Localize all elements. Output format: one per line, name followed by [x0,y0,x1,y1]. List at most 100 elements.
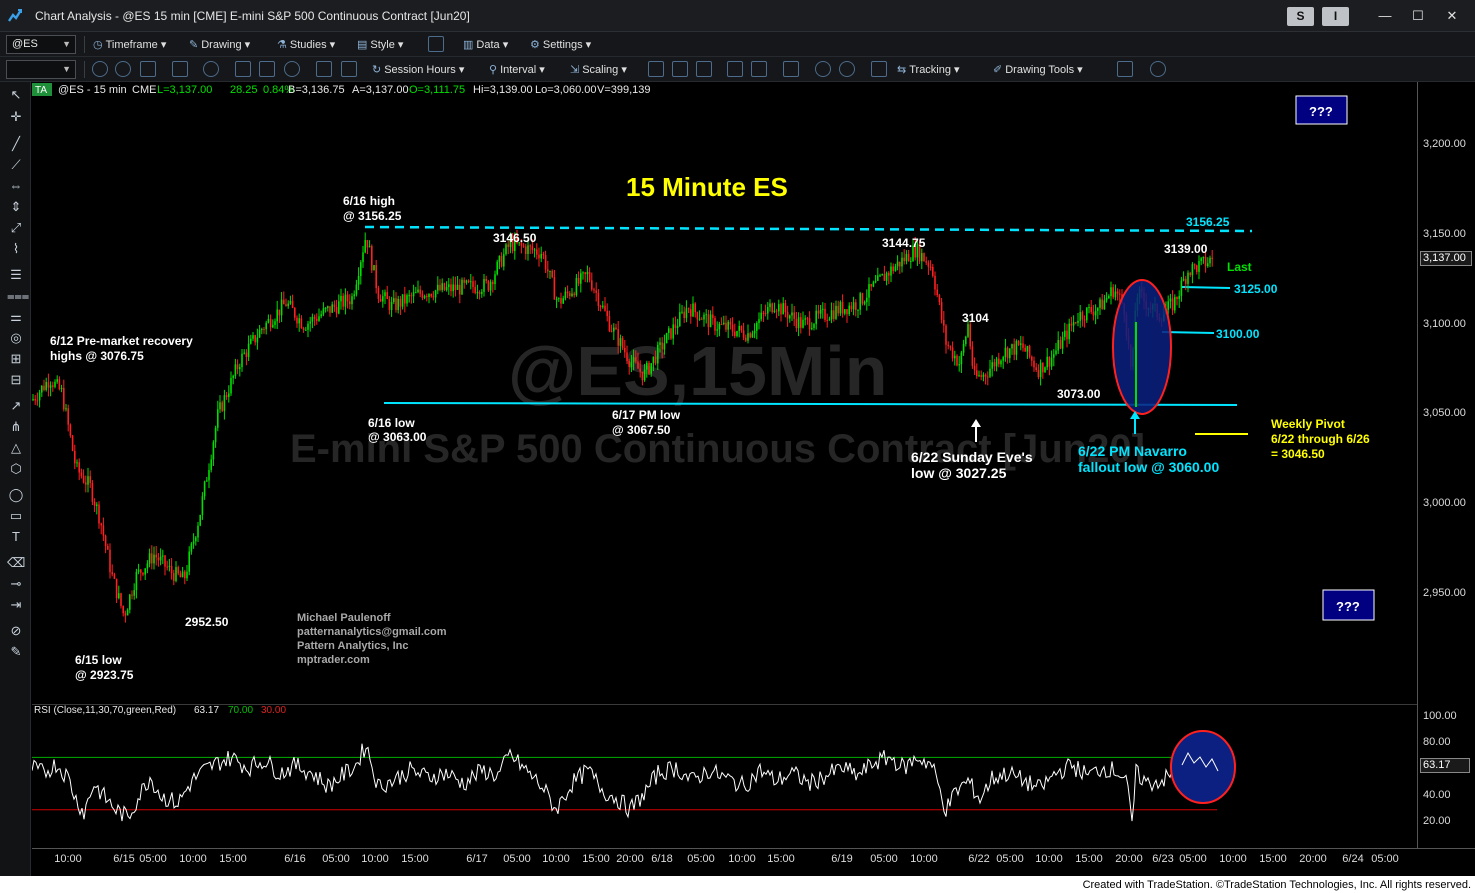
settings-box-icon[interactable] [341,61,357,77]
gann-icon[interactable]: ⊟ [7,371,25,389]
fib-grid-icon[interactable]: ⊞ [7,350,25,368]
level-3125-line[interactable] [1181,286,1231,289]
candle-body [96,504,98,506]
reload-icon[interactable] [115,61,131,77]
triangle-icon[interactable]: △ [7,439,25,457]
session-hours-menu[interactable]: ↻ Session Hours ▾ [372,63,464,76]
candle-body [212,442,215,460]
candle-body [910,261,912,263]
candle-body [1209,257,1211,264]
compress-icon[interactable] [727,61,743,77]
edit-drawing-icon[interactable]: ✎ [7,643,25,661]
magnet-icon[interactable]: ⊸ [7,575,25,593]
hash-icon[interactable] [316,61,332,77]
save-icon[interactable] [259,61,275,77]
price-chart[interactable]: TA @ES - 15 min CME L=3,137.00 28.25 0.8… [32,82,1417,702]
candle-body [313,316,316,319]
drawing-menu[interactable]: ✎ Drawing ▾ [189,38,250,51]
symbol-link-s-button[interactable]: S [1287,7,1314,26]
zoom-in-icon[interactable] [815,61,831,77]
refresh-icon[interactable] [92,61,108,77]
style-menu[interactable]: ▤ Style ▾ [357,38,403,51]
hexagon-icon[interactable]: ⬡ [7,460,25,478]
export-icon[interactable] [1117,61,1133,77]
price-axis[interactable]: 2,950.00 3,000.00 3,050.00 3,100.00 3,150.00… [1417,82,1475,848]
target-icon[interactable] [203,61,219,77]
candle-body [1198,261,1200,272]
candle-body [410,295,413,297]
candle-body [386,292,388,300]
ray-icon[interactable]: ⟋ [7,156,25,174]
candle-body [751,333,754,338]
horizontal-line-icon[interactable]: ⇔ [7,177,25,195]
symbol-input[interactable]: @ES ▼ [6,35,76,54]
fib-extension-icon[interactable]: ⩶ [7,287,29,305]
tracking-menu[interactable]: ⇆ Tracking ▾ [897,63,960,76]
candle-body [470,281,472,283]
grid-icon[interactable] [172,61,188,77]
candle-body [767,307,769,314]
vertical-line-icon[interactable]: ⇕ [7,198,25,216]
candle-body [824,308,826,320]
candle-body [661,342,663,350]
candle-body [588,271,591,281]
candles-icon[interactable] [672,61,688,77]
candle-body [1171,298,1174,311]
scroll-icon[interactable] [783,61,799,77]
secondary-symbol-input[interactable]: ▼ [6,60,76,79]
fan-icon[interactable]: ⌇ [7,240,25,258]
window-icon[interactable] [140,61,156,77]
hollow-candles-icon[interactable] [696,61,712,77]
extended-line-icon[interactable]: ⤢ [7,219,25,237]
hide-drawings-icon[interactable]: ⊘ [7,622,25,640]
time-axis[interactable]: 10:00 6/15 05:00 10:00 15:00 6/16 05:00 10:00 15… [32,848,1475,868]
trendline-icon[interactable]: ╱ [7,135,25,153]
fib-time-icon[interactable]: ⚌ [7,308,25,326]
candle-body [903,257,905,262]
annotation-3139: 3139.00 [1164,242,1208,256]
text-icon[interactable]: T [7,528,25,546]
lock-icon[interactable]: ⇥ [7,596,25,614]
expand-icon[interactable] [751,61,767,77]
layout-icon[interactable] [428,36,444,52]
close-button[interactable]: ✕ [1441,6,1463,26]
time-tick-label: 10:00 [361,853,389,865]
rectangle-icon[interactable]: ▭ [7,507,25,525]
interval-menu[interactable]: ⚲ Interval ▾ [489,63,545,76]
fib-circle-icon[interactable]: ◎ [7,329,25,347]
interval-link-i-button[interactable]: I [1322,7,1349,26]
zoom-out-icon[interactable] [839,61,855,77]
grid-view-icon[interactable] [871,61,887,77]
print-icon[interactable] [235,61,251,77]
drawing-tools-menu[interactable]: ✐ Drawing Tools ▾ [993,63,1083,76]
arrow-icon[interactable]: ↗ [7,397,25,415]
crosshair-icon[interactable]: ✛ [7,108,25,126]
candle-body [929,266,932,268]
fibonacci-icon[interactable]: ☰ [7,266,25,284]
scaling-menu[interactable]: ⇲ Scaling ▾ [570,63,627,76]
maximize-button[interactable]: ☐ [1407,6,1429,26]
candle-body [232,375,234,378]
candle-body [498,256,501,262]
studies-menu[interactable]: ⚗ Studies ▾ [277,38,335,51]
data-menu[interactable]: ▥ Data ▾ [463,38,508,51]
pitchfork-icon[interactable]: ⋔ [7,418,25,436]
candle-body [74,450,76,464]
pointer-icon[interactable]: ↖ [7,86,25,104]
spy-icon[interactable] [284,61,300,77]
candle-body [615,327,617,330]
circle-icon[interactable]: ◯ [7,486,25,504]
candle-body [113,574,116,579]
minimize-button[interactable]: — [1374,6,1396,26]
candle-body [1042,362,1044,373]
timeframe-menu[interactable]: ◷ Timeframe ▾ [93,38,166,51]
scaling-icon: ⇲ [570,64,580,76]
chat-icon[interactable] [1150,61,1166,77]
rsi-panel[interactable]: RSI (Close,11,30,70,green,Red) 63.17 70.… [31,704,1417,848]
candle-body [738,325,740,331]
settings-menu[interactable]: ⚙ Settings ▾ [530,38,591,51]
bars-icon[interactable] [648,61,664,77]
candle-body [1200,258,1202,262]
eraser-icon[interactable]: ⌫ [7,554,25,572]
time-tick-label: 20:00 [1115,853,1143,865]
